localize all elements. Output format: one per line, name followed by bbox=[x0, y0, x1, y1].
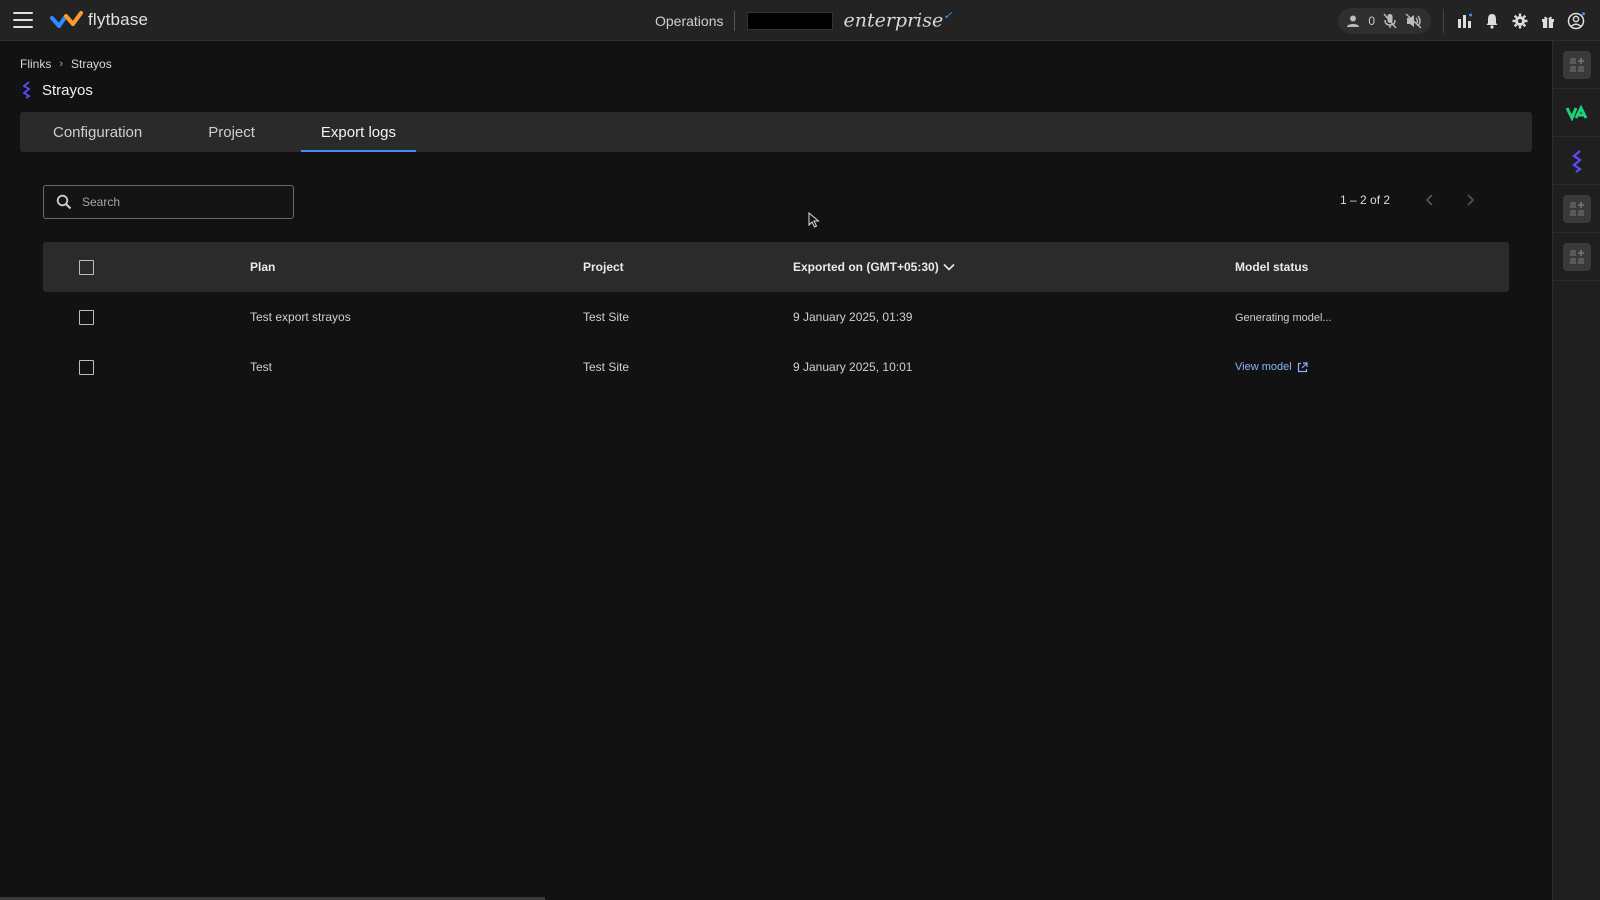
user-icon bbox=[1347, 15, 1360, 27]
toolbar: 0 bbox=[1338, 0, 1600, 41]
status-generating: Generating model... bbox=[1235, 312, 1332, 324]
menu-icon[interactable] bbox=[13, 12, 33, 30]
gift-icon bbox=[1542, 16, 1554, 28]
page-title: Strayos bbox=[42, 81, 93, 99]
edition-mark-icon: ✓ bbox=[943, 9, 953, 23]
strayos-logo-icon bbox=[22, 81, 31, 99]
breadcrumb-current: Strayos bbox=[71, 57, 112, 71]
center-nav: Operations enterprise✓ bbox=[655, 0, 952, 41]
analytics-button[interactable] bbox=[1450, 7, 1478, 35]
edition-text: enterprise bbox=[843, 9, 944, 32]
logo[interactable]: flytbase bbox=[50, 10, 148, 30]
select-all-cell bbox=[43, 259, 250, 275]
column-project: Project bbox=[583, 260, 624, 274]
tab-configuration[interactable]: Configuration bbox=[20, 112, 162, 152]
select-all-checkbox[interactable] bbox=[79, 259, 94, 275]
mic-off-icon bbox=[1383, 13, 1397, 28]
view-model-link[interactable]: View model bbox=[1235, 361, 1509, 373]
app-rail bbox=[1552, 41, 1600, 900]
account-button[interactable] bbox=[1562, 7, 1590, 35]
project-cell: Test Site bbox=[583, 310, 630, 324]
gear-icon bbox=[1512, 13, 1528, 28]
rail-app-strayos[interactable] bbox=[1553, 137, 1600, 185]
breadcrumb: Flinks › Strayos bbox=[20, 57, 112, 71]
sort-exported-button[interactable]: Exported on (GMT+05:30) bbox=[793, 260, 955, 274]
org-name-redacted bbox=[747, 11, 834, 30]
column-exported: Exported on (GMT+05:30) bbox=[793, 260, 1235, 274]
status-cell: View model bbox=[1235, 361, 1509, 373]
breadcrumb-flinks[interactable]: Flinks bbox=[20, 57, 51, 71]
tab-bar: Configuration Project Export logs bbox=[20, 112, 1532, 152]
table-header: Plan Project Exported on (GMT+05:30) Mod… bbox=[43, 242, 1509, 292]
flytbase-logo-icon bbox=[50, 11, 83, 28]
search-input[interactable] bbox=[82, 195, 272, 209]
top-bar: flytbase Operations enterprise✓ 0 bbox=[0, 0, 1600, 41]
next-page-button[interactable] bbox=[1450, 194, 1490, 206]
row-checkbox[interactable] bbox=[79, 309, 94, 325]
chevron-right-icon: › bbox=[59, 58, 64, 70]
widget-grid-icon bbox=[1562, 242, 1591, 271]
bar-chart-icon bbox=[1458, 13, 1472, 28]
project-cell: Test Site bbox=[583, 360, 630, 374]
rail-widget-1[interactable] bbox=[1553, 41, 1600, 89]
exported-cell: 9 January 2025, 01:39 bbox=[793, 310, 913, 324]
table-row[interactable]: Test export strayos Test Site 9 January … bbox=[43, 292, 1509, 342]
rail-widget-2[interactable] bbox=[1553, 185, 1600, 233]
rail-widget-3[interactable] bbox=[1553, 233, 1600, 281]
search-box bbox=[43, 185, 294, 219]
search-icon bbox=[56, 194, 72, 210]
view-model-label: View model bbox=[1235, 361, 1292, 373]
chevron-left-icon bbox=[1426, 194, 1433, 206]
column-exported-label: Exported on (GMT+05:30) bbox=[793, 260, 939, 274]
exported-cell: 9 January 2025, 10:01 bbox=[793, 360, 913, 374]
status-cell: Generating model... bbox=[1235, 310, 1509, 324]
table-row[interactable]: Test Test Site 9 January 2025, 10:01 Vie… bbox=[43, 342, 1509, 392]
row-select-cell bbox=[43, 309, 250, 325]
strayos-app-icon bbox=[1571, 149, 1582, 173]
rail-app-va[interactable] bbox=[1553, 89, 1600, 137]
plan-cell: Test export strayos bbox=[250, 310, 351, 324]
tab-project[interactable]: Project bbox=[188, 112, 275, 152]
previous-page-button[interactable] bbox=[1410, 194, 1450, 206]
row-select-cell bbox=[43, 359, 250, 375]
widget-grid-icon bbox=[1562, 50, 1591, 79]
edition-label: enterprise✓ bbox=[843, 9, 952, 31]
external-link-icon bbox=[1297, 361, 1308, 372]
tab-export-logs[interactable]: Export logs bbox=[300, 112, 417, 152]
toolbar-divider bbox=[1443, 8, 1444, 33]
bell-icon bbox=[1486, 13, 1498, 29]
notifications-button[interactable] bbox=[1478, 7, 1506, 35]
widget-grid-icon bbox=[1562, 194, 1591, 223]
column-plan: Plan bbox=[250, 260, 276, 274]
pagination: 1 – 2 of 2 bbox=[1340, 193, 1490, 207]
users-online-count: 0 bbox=[1368, 13, 1375, 28]
plan-cell: Test bbox=[250, 360, 273, 374]
export-logs-table: Plan Project Exported on (GMT+05:30) Mod… bbox=[43, 242, 1509, 392]
chevron-right-icon bbox=[1467, 194, 1475, 206]
page-header: Strayos bbox=[22, 81, 93, 99]
account-circle-icon bbox=[1567, 11, 1585, 29]
row-checkbox[interactable] bbox=[79, 359, 94, 375]
chevron-down-icon bbox=[943, 263, 955, 271]
mouse-pointer-icon bbox=[808, 212, 820, 228]
settings-button[interactable] bbox=[1506, 7, 1534, 35]
speaker-off-icon bbox=[1405, 12, 1422, 29]
operations-link[interactable]: Operations bbox=[655, 10, 736, 31]
column-model-status: Model status bbox=[1235, 260, 1309, 274]
live-status-pill[interactable]: 0 bbox=[1338, 7, 1431, 34]
brand-name: flytbase bbox=[88, 10, 149, 29]
pagination-range: 1 – 2 of 2 bbox=[1340, 193, 1391, 207]
va-app-icon bbox=[1565, 104, 1587, 121]
whats-new-button[interactable] bbox=[1534, 7, 1562, 35]
